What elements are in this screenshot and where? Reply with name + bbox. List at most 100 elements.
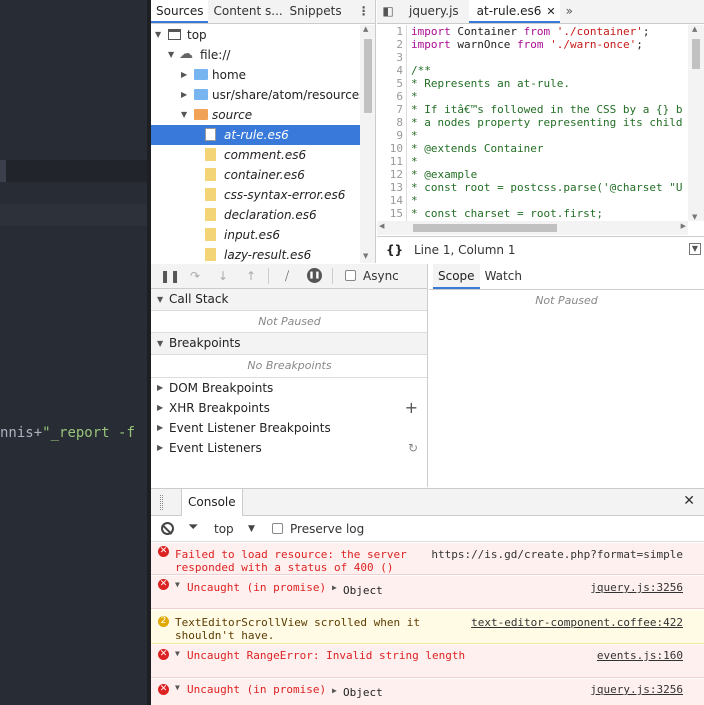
message-source-link[interactable]: events.js:160 [597,649,683,662]
scrollbar-thumb[interactable] [692,39,700,69]
line-number[interactable]: 2 [377,38,403,51]
console-toolbar: ⏷ top ▼ Preserve log [151,516,704,542]
clear-console-icon[interactable] [161,522,174,535]
pretty-print-button[interactable]: {} [386,237,403,263]
tree-item-lazy-result[interactable]: lazy-result.es6 [151,245,360,262]
section-breakpoints[interactable]: ▼ Breakpoints [151,333,427,355]
step-out-icon[interactable]: ↑ [243,268,259,284]
line-number[interactable]: 14 [377,194,403,207]
step-into-icon[interactable]: ↓ [215,268,231,284]
line-number[interactable]: 8 [377,116,403,129]
pause-on-exceptions-icon[interactable]: ❚❚ [307,268,322,283]
console-message[interactable]: ✕ Failed to load resource: the server re… [151,543,704,575]
console-message[interactable]: 2 TextEditorScrollView scrolled when it … [151,610,704,644]
async-checkbox[interactable] [345,270,356,281]
tab-snippets[interactable]: Snippets [284,0,346,23]
line-number[interactable]: 3 [377,51,403,64]
scrollbar-thumb[interactable] [364,39,372,113]
scrollbar-thumb[interactable] [413,224,557,232]
tab-jquery[interactable]: jquery.js [399,0,469,23]
section-dom-breakpoints[interactable]: ▶ DOM Breakpoints [151,378,427,398]
line-number[interactable]: 1 [377,25,403,38]
tree-item-container[interactable]: container.es6 [151,165,360,185]
tree-item-comment[interactable]: comment.es6 [151,145,360,165]
section-event-listeners[interactable]: ▶ Event Listeners ↻ [151,438,427,458]
tab-sources[interactable]: Sources [151,0,209,23]
drawer-menu-icon[interactable] [160,495,163,510]
scroll-down-icon[interactable]: ▼ [363,252,368,260]
expand-arrow-icon[interactable]: ▼ [175,683,180,692]
more-tabs-icon[interactable]: » [560,0,579,23]
line-number[interactable]: 7 [377,103,403,116]
tab-content-scripts[interactable]: Content s... [208,0,284,23]
tree-item-top[interactable]: ▼ top [151,25,360,45]
tab-watch[interactable]: Watch [480,264,527,289]
console-message[interactable]: ✕ ▼ Uncaught RangeError: Invalid string … [151,645,704,678]
line-number[interactable]: 15 [377,207,403,220]
expand-arrow-icon[interactable]: ▼ [175,580,180,589]
tree-item-source[interactable]: ▼ source [151,105,360,125]
editor-vertical-scrollbar[interactable]: ▲ ▼ [688,25,704,221]
line-number[interactable]: 11 [377,155,403,168]
toggle-navigator-icon[interactable]: ◧ [377,0,399,23]
pause-icon[interactable]: ❚❚ [160,268,180,284]
file-icon [205,188,216,201]
section-xhr-breakpoints[interactable]: ▶ XHR Breakpoints + [151,398,427,418]
preserve-log-checkbox[interactable] [272,523,283,534]
filter-icon[interactable]: ⏷ [188,520,198,535]
tree-item-at-rule[interactable]: at-rule.es6 [151,125,360,145]
close-tab-icon[interactable]: ✕ [546,0,555,21]
message-source-link[interactable]: jquery.js:3256 [590,581,683,594]
tab-at-rule[interactable]: at-rule.es6 ✕ [468,0,560,23]
tree-item-css-syntax-error[interactable]: css-syntax-error.es6 [151,185,360,205]
code-area[interactable]: 1 import Container from './container'; 2 im… [377,25,688,221]
tree-item-usr-share[interactable]: ▶ usr/share/atom/resources [151,85,360,105]
message-source-link[interactable]: text-editor-component.coffee:422 [471,616,683,629]
call-stack-status: Not Paused [151,311,427,333]
editor-horizontal-scrollbar[interactable]: ◀ ▶ [377,221,688,235]
scroll-down-icon[interactable]: ▼ [692,213,697,221]
chevron-down-icon[interactable]: ▼ [248,516,255,542]
section-call-stack[interactable]: ▼ Call Stack [151,289,427,311]
refresh-icon[interactable]: ↻ [408,438,418,458]
scroll-left-icon[interactable]: ◀ [379,222,384,230]
toggle-debugger-sidebar-icon[interactable]: ▼ [689,243,701,255]
line-number[interactable]: 4 [377,64,403,77]
section-event-listener-breakpoints[interactable]: ▶ Event Listener Breakpoints [151,418,427,438]
collapse-arrow-icon[interactable]: ▶ [332,686,337,695]
tab-console[interactable]: Console [181,489,243,516]
deactivate-breakpoints-icon[interactable]: ⧸ [279,268,295,284]
tree-item-file-origin[interactable]: ▼ ☁ file:// [151,45,360,65]
collapse-arrow-icon[interactable]: ▶ [332,583,337,592]
add-xhr-breakpoint-icon[interactable]: + [405,398,418,418]
line-number[interactable]: 6 [377,90,403,103]
scroll-up-icon[interactable]: ▲ [692,25,697,33]
tree-item-declaration[interactable]: declaration.es6 [151,205,360,225]
expand-arrow-icon[interactable]: ▼ [175,649,180,658]
line-number[interactable]: 5 [377,77,403,90]
scroll-up-icon[interactable]: ▲ [363,25,368,33]
line-number[interactable]: 9 [377,129,403,142]
tree-item-home[interactable]: ▶ home [151,65,360,85]
line-number[interactable]: 13 [377,181,403,194]
context-selector[interactable]: top [214,516,234,542]
scroll-right-icon[interactable]: ▶ [681,222,686,230]
object-preview[interactable]: Object [343,584,383,597]
console-message[interactable]: ✕ ▼ Uncaught (in promise) ▶ Object jquer… [151,576,704,609]
file-icon [205,168,216,181]
tab-scope[interactable]: Scope [433,264,480,289]
message-source-link[interactable]: jquery.js:3256 [590,683,683,696]
tree-item-input[interactable]: input.es6 [151,225,360,245]
message-text: TextEditorScrollView scrolled when it sh… [175,616,421,642]
tree-item-label: usr/share/atom/resources [212,88,360,102]
navigator-scrollbar[interactable]: ▲ ▼ [360,25,375,263]
close-drawer-icon[interactable]: ✕ [683,493,695,509]
code-line: 11 * [377,155,688,168]
object-preview[interactable]: Object [343,686,383,699]
step-over-icon[interactable]: ↷ [187,268,203,284]
toolbar-divider [332,268,333,284]
console-message[interactable]: ✕ ▼ Uncaught (in promise) ▶ Object jquer… [151,679,704,705]
line-number[interactable]: 12 [377,168,403,181]
more-menu-icon[interactable]: ⋮ [353,0,375,23]
line-number[interactable]: 10 [377,142,403,155]
